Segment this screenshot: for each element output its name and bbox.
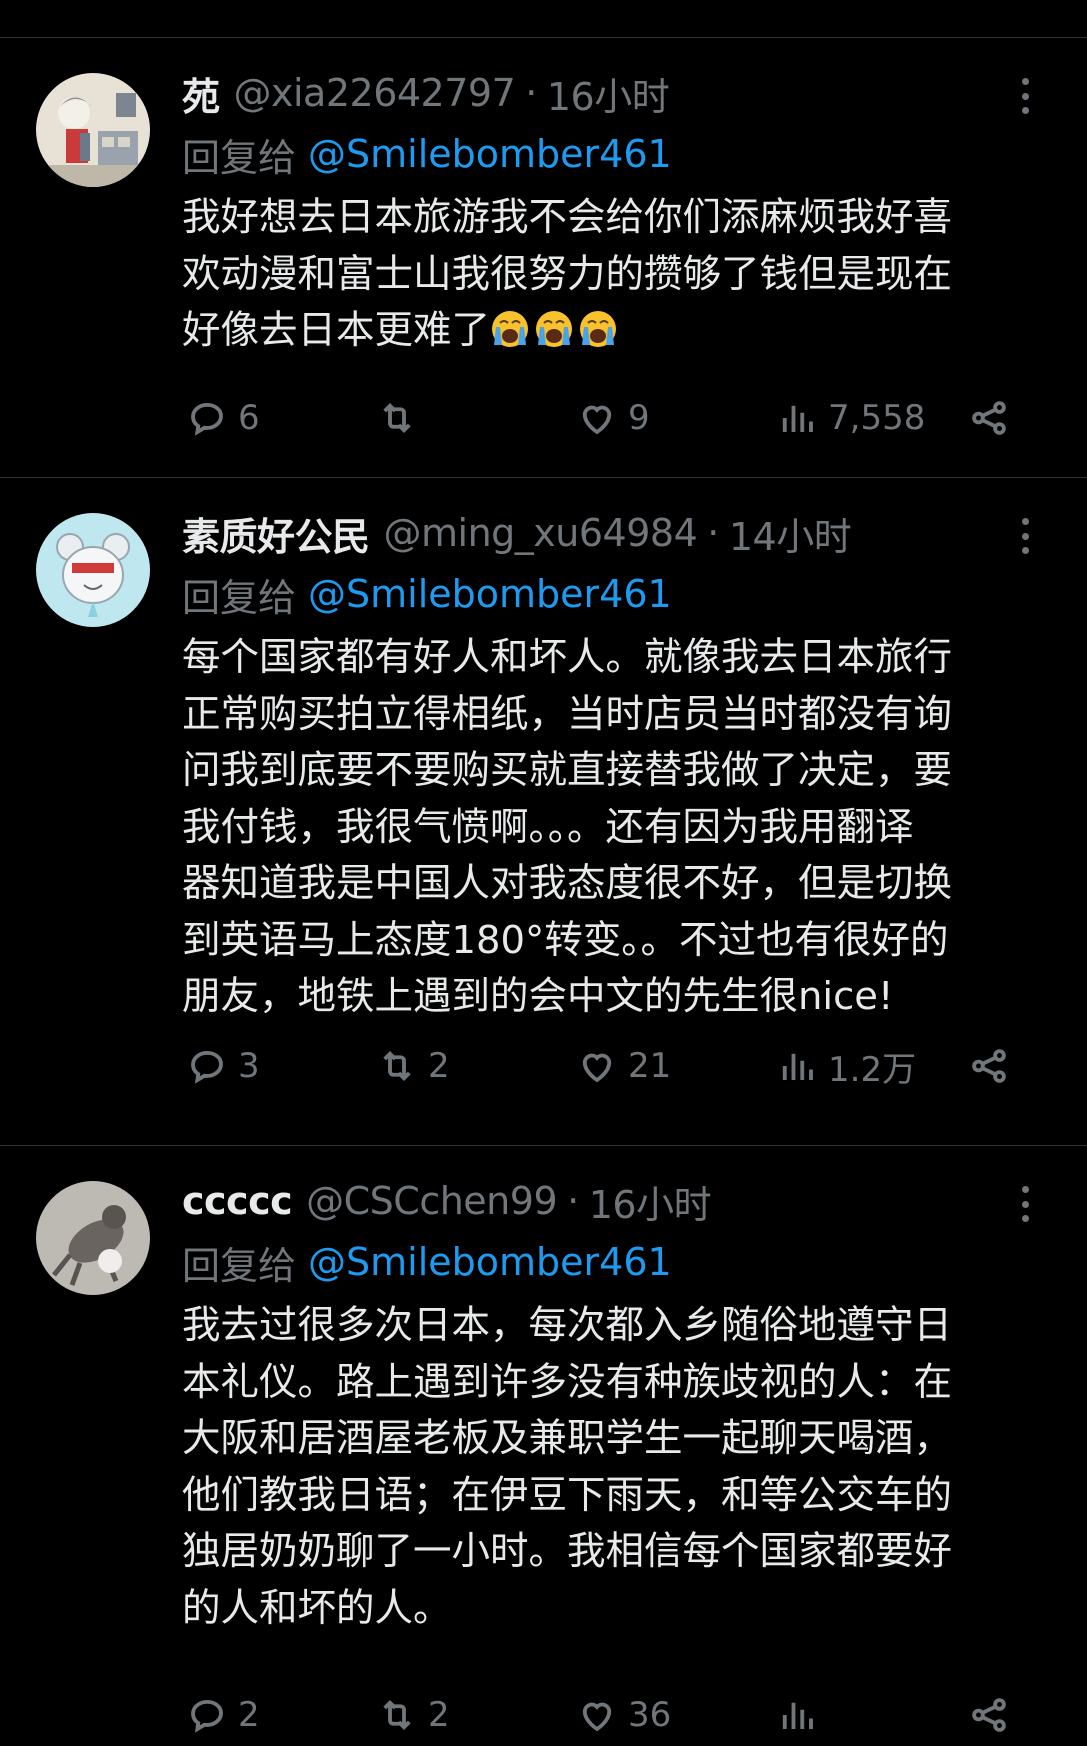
more-icon[interactable] (1019, 78, 1031, 114)
reply-context: 回复给 @Smilebomber461 (182, 129, 672, 180)
repost-icon (383, 1700, 411, 1730)
separator-dot: · (567, 1179, 579, 1223)
share-button[interactable] (968, 1694, 1010, 1736)
repost-icon (383, 403, 411, 433)
reply-button[interactable]: 3 (186, 1045, 260, 1087)
repost-button[interactable]: 2 (376, 1694, 450, 1736)
reply-icon (191, 1050, 223, 1084)
post-body: 每个国家都有好人和坏人。就像我去日本旅行 正常购买拍立得相纸，当时店员当时都没有… (182, 635, 953, 1019)
reply-to-link[interactable]: @Smilebomber461 (308, 132, 672, 176)
reply-prefix: 回复给 (182, 135, 297, 180)
post-time[interactable]: 16小时 (547, 66, 670, 121)
repost-icon (383, 1051, 411, 1081)
like-icon (582, 1702, 612, 1732)
post-time[interactable]: 14小时 (729, 506, 852, 561)
reply-count: 3 (238, 1046, 260, 1086)
more-icon[interactable] (1019, 518, 1031, 554)
reply-post-1[interactable]: 苑 @xia22642797 · 16小时 回复给 @Smilebomber46… (0, 38, 1087, 478)
views-button[interactable] (776, 1694, 828, 1736)
more-icon[interactable] (1019, 1186, 1031, 1222)
display-name[interactable]: ccccc (182, 1179, 293, 1223)
reply-prefix: 回复给 (182, 575, 297, 620)
display-name[interactable]: 素质好公民 (182, 506, 370, 561)
share-icon (972, 1049, 1006, 1083)
views-icon (782, 405, 813, 432)
reply-post-3[interactable]: ccccc @CSCchen99 · 16小时 回复给 @Smilebomber… (0, 1146, 1087, 1746)
views-icon (782, 1702, 813, 1729)
reply-prefix: 回复给 (182, 1243, 297, 1288)
avatar[interactable] (36, 73, 150, 187)
post-time[interactable]: 16小时 (589, 1174, 712, 1229)
action-bar: 3 2 21 1.2万 (186, 1041, 1047, 1091)
reply-icon (191, 402, 223, 436)
like-count: 9 (628, 398, 650, 438)
repost-button[interactable]: 2 (376, 1045, 450, 1087)
views-button[interactable]: 7,558 (776, 397, 925, 439)
like-icon (582, 1053, 612, 1083)
share-button[interactable] (968, 1045, 1010, 1087)
reply-context: 回复给 @Smilebomber461 (182, 569, 672, 620)
views-icon (782, 1053, 813, 1080)
like-button[interactable]: 9 (576, 397, 650, 439)
avatar[interactable] (36, 1181, 150, 1295)
share-icon (972, 1698, 1006, 1732)
crying-emoji-icon (536, 311, 573, 347)
like-count: 36 (628, 1695, 672, 1735)
repost-count: 2 (428, 1695, 450, 1735)
action-bar: 2 2 36 (186, 1690, 1047, 1740)
repost-button[interactable] (376, 397, 428, 439)
avatar[interactable] (36, 513, 150, 627)
reply-to-link[interactable]: @Smilebomber461 (308, 572, 672, 616)
like-button[interactable]: 21 (576, 1045, 671, 1087)
view-count: 1.2万 (828, 1049, 917, 1090)
post-body: 我去过很多次日本，每次都入乡随俗地遵守日 本礼仪。路上遇到许多没有种族歧视的人：… (182, 1303, 953, 1631)
reply-post-2[interactable]: 素质好公民 @ming_xu64984 · 14小时 回复给 @Smilebom… (0, 478, 1087, 1146)
reply-to-link[interactable]: @Smilebomber461 (308, 1240, 672, 1284)
like-icon (582, 405, 612, 435)
crying-emoji-icon (580, 311, 617, 347)
post-body: 我好想去日本旅游我不会给你们添麻烦我好喜 欢动漫和富士山我很努力的攒够了钱但是现… (182, 190, 1052, 360)
crying-emoji-icon (492, 311, 529, 347)
share-icon (972, 401, 1006, 435)
user-handle[interactable]: @xia22642797 (234, 71, 516, 115)
reply-button[interactable]: 2 (186, 1694, 260, 1736)
reply-button[interactable]: 6 (186, 397, 260, 439)
user-handle[interactable]: @ming_xu64984 (384, 511, 698, 555)
separator-dot: · (707, 511, 719, 555)
reply-icon (191, 1699, 223, 1733)
display-name[interactable]: 苑 (182, 66, 220, 121)
share-button[interactable] (968, 397, 1010, 439)
separator-dot: · (525, 71, 537, 115)
views-button[interactable]: 1.2万 (776, 1042, 916, 1091)
like-button[interactable]: 36 (576, 1694, 671, 1736)
reply-count: 2 (238, 1695, 260, 1735)
emoji-group (490, 308, 622, 353)
user-handle[interactable]: @CSCchen99 (306, 1179, 557, 1223)
view-count: 7,558 (828, 398, 926, 438)
action-bar: 6 9 7,558 (186, 393, 1047, 443)
like-count: 21 (628, 1046, 672, 1086)
reply-count: 6 (238, 398, 260, 438)
repost-count: 2 (428, 1046, 450, 1086)
reply-context: 回复给 @Smilebomber461 (182, 1237, 672, 1288)
